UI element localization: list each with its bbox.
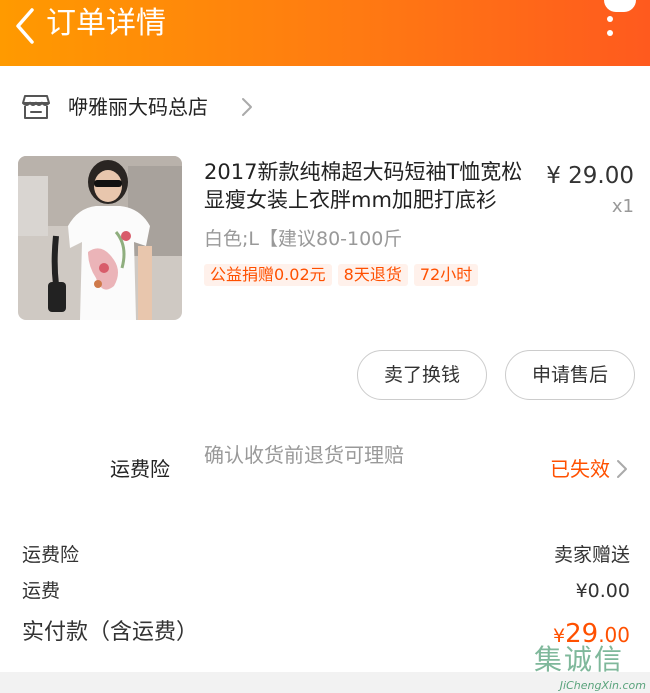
shop-name[interactable]: 咿雅丽大码总店	[68, 94, 208, 120]
sell-button[interactable]: 卖了换钱	[357, 350, 487, 400]
total-paid-amount: ¥29.00	[553, 618, 630, 652]
service-tags: 公益捐赠0.02元 8天退货 72小时	[204, 264, 479, 286]
store-icon	[22, 95, 50, 119]
chevron-right-icon[interactable]	[616, 459, 628, 479]
shipping-insurance-status[interactable]: 已失效	[550, 456, 610, 482]
page-title: 订单详情	[46, 6, 166, 41]
more-menu-icon[interactable]	[598, 0, 622, 44]
product-price: ¥ 29.00	[546, 163, 634, 189]
summary-label: 运费	[22, 580, 61, 602]
summary-value: 卖家赠送	[553, 544, 630, 566]
service-tag: 公益捐赠0.02元	[204, 264, 332, 286]
shop-header[interactable]: 咿雅丽大码总店	[0, 66, 650, 150]
total-paid-label: 实付款（含运费）	[22, 620, 199, 645]
bottom-divider	[0, 672, 650, 693]
product-title[interactable]: 2017新款纯棉超大码短袖T恤宽松显瘦女装上衣胖mm加肥打底衫	[204, 158, 534, 214]
top-bar: 订单详情	[0, 0, 650, 66]
chevron-right-icon[interactable]	[240, 96, 254, 118]
total-decimal: .00	[598, 623, 630, 647]
service-tag: 8天退货	[337, 264, 408, 286]
after-sale-button[interactable]: 申请售后	[505, 350, 635, 400]
summary-value: ¥0.00	[575, 580, 630, 602]
total-currency: ¥	[553, 625, 566, 647]
product-thumbnail[interactable]	[18, 156, 182, 320]
shipping-insurance-description: 确认收货前退货可理赔	[204, 443, 404, 467]
summary-label: 运费险	[22, 544, 80, 566]
service-tag: 72小时	[413, 264, 479, 286]
back-arrow-icon[interactable]	[10, 6, 40, 46]
total-integer: 29	[565, 619, 599, 649]
product-sku: 白色;L【建议80-100斤	[204, 228, 403, 250]
product-quantity: x1	[611, 196, 634, 217]
shipping-insurance-label: 运费险	[110, 457, 170, 481]
product-photo-icon	[18, 156, 182, 320]
